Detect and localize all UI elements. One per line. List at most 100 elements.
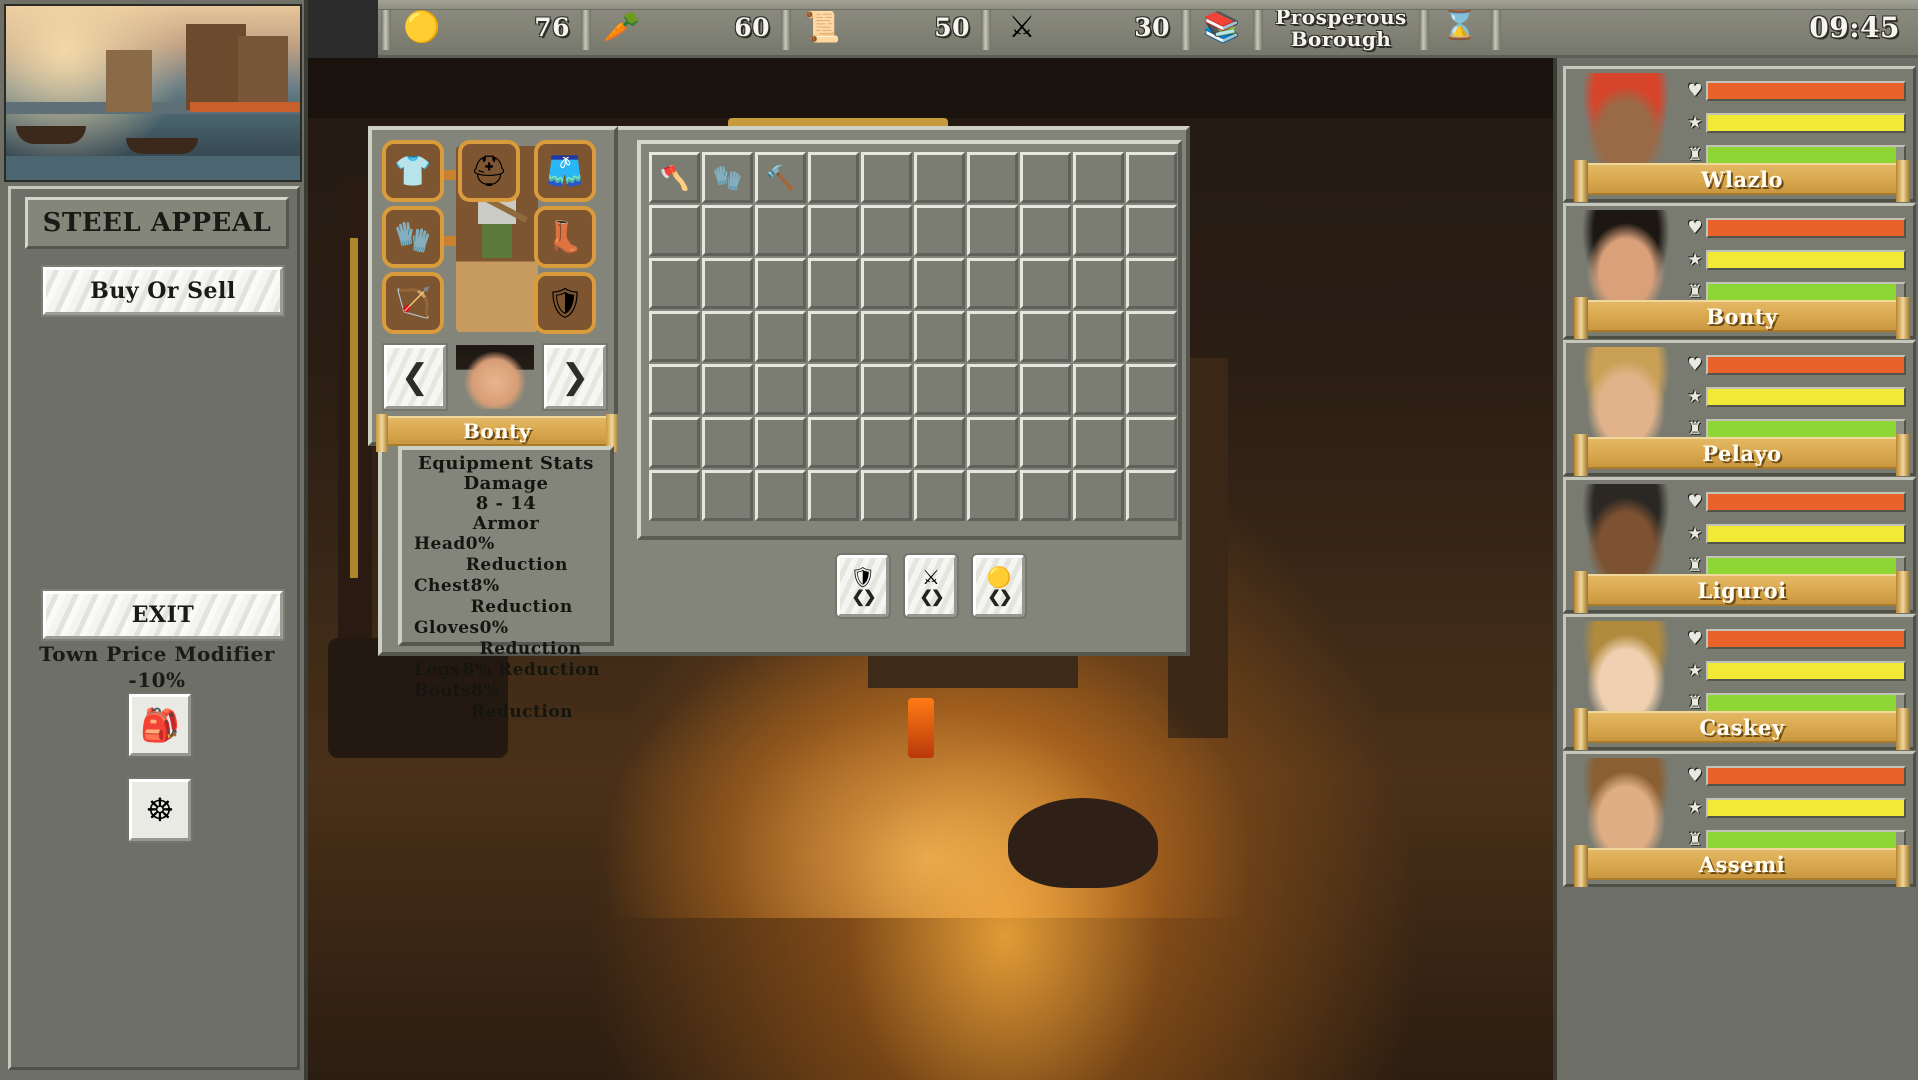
resource-equipment[interactable]: ⚔ 30	[994, 0, 1178, 55]
inventory-slot-empty[interactable]	[649, 417, 700, 468]
inventory-slot-empty[interactable]	[1020, 311, 1071, 362]
next-character-button[interactable]: ❯	[544, 345, 606, 409]
inventory-slot-empty[interactable]	[861, 152, 912, 203]
inventory-slot-empty[interactable]	[1073, 311, 1124, 362]
inventory-slot-empty[interactable]	[1126, 417, 1177, 468]
inventory-slot-empty[interactable]	[1020, 417, 1071, 468]
inventory-slot-empty[interactable]	[649, 470, 700, 521]
sort-value-button[interactable]: 🟡 ❮❯	[973, 555, 1025, 617]
inventory-slot-empty[interactable]	[967, 417, 1018, 468]
inventory-slot-empty[interactable]	[1020, 470, 1071, 521]
inventory-slot-empty[interactable]	[1020, 152, 1071, 203]
inventory-slot-empty[interactable]	[808, 470, 859, 521]
inventory-slot-empty[interactable]	[755, 417, 806, 468]
inventory-slot-empty[interactable]	[649, 364, 700, 415]
inventory-slot-empty[interactable]	[702, 205, 753, 256]
mace-item[interactable]: 🔨	[755, 152, 806, 203]
inventory-slot-empty[interactable]	[861, 364, 912, 415]
inventory-slot-empty[interactable]	[1126, 205, 1177, 256]
prev-character-button[interactable]: ❮	[384, 345, 446, 409]
inventory-slot-empty[interactable]	[1020, 205, 1071, 256]
resource-knowledge[interactable]: 📚	[1194, 0, 1250, 55]
inventory-slot-empty[interactable]	[1073, 364, 1124, 415]
party-member-card[interactable]: ♥★♜Caskey	[1563, 614, 1916, 750]
inventory-slot-empty[interactable]	[702, 258, 753, 309]
inventory-slot-empty[interactable]	[1020, 258, 1071, 309]
party-member-card[interactable]: ♥★♜Liguroi	[1563, 477, 1916, 613]
inventory-slot-empty[interactable]	[649, 311, 700, 362]
head-slot[interactable]: ⛑	[458, 140, 520, 202]
inventory-slot-empty[interactable]	[1126, 311, 1177, 362]
inventory-slot-empty[interactable]	[808, 152, 859, 203]
shield-slot[interactable]: 🛡	[534, 272, 596, 334]
inventory-slot-empty[interactable]	[808, 417, 859, 468]
inventory-slot-empty[interactable]	[808, 258, 859, 309]
inventory-slot-empty[interactable]	[967, 205, 1018, 256]
inventory-slot-empty[interactable]	[967, 364, 1018, 415]
health-bar-fill	[1708, 220, 1904, 236]
inventory-slot-empty[interactable]	[1126, 258, 1177, 309]
chest-slot[interactable]: 👕	[382, 140, 444, 202]
inventory-slot-empty[interactable]	[861, 258, 912, 309]
glove-item[interactable]: 🧤	[702, 152, 753, 203]
party-member-card[interactable]: ♥★♜Wlazlo	[1563, 66, 1916, 202]
inventory-slot-empty[interactable]	[914, 364, 965, 415]
inventory-slot-empty[interactable]	[967, 152, 1018, 203]
inventory-slot-empty[interactable]	[649, 205, 700, 256]
inventory-slot-empty[interactable]	[755, 364, 806, 415]
inventory-slot-empty[interactable]	[702, 417, 753, 468]
weapon-slot[interactable]: 🏹	[382, 272, 444, 334]
party-member-card[interactable]: ♥★♜Assemi	[1563, 751, 1916, 887]
inventory-slot-empty[interactable]	[702, 311, 753, 362]
inventory-slot-empty[interactable]	[861, 205, 912, 256]
inventory-slot-empty[interactable]	[914, 152, 965, 203]
party-member-card[interactable]: ♥★♜Pelayo	[1563, 340, 1916, 476]
inventory-slot-empty[interactable]	[914, 417, 965, 468]
gloves-slot[interactable]: 🧤	[382, 206, 444, 268]
inventory-slot-empty[interactable]	[1073, 205, 1124, 256]
inventory-slot-empty[interactable]	[861, 417, 912, 468]
inventory-slot-empty[interactable]	[914, 205, 965, 256]
inventory-slot-empty[interactable]	[914, 258, 965, 309]
inventory-slot-empty[interactable]	[755, 258, 806, 309]
axe-item[interactable]: 🪓	[649, 152, 700, 203]
resource-gold[interactable]: 🟡 76	[394, 0, 578, 55]
compass-wheel-icon[interactable]: ☸	[129, 779, 191, 841]
inventory-slot-empty[interactable]	[914, 311, 965, 362]
inventory-slot-empty[interactable]	[755, 205, 806, 256]
inventory-slot-empty[interactable]	[755, 311, 806, 362]
inventory-slot-empty[interactable]	[861, 311, 912, 362]
buy-or-sell-button[interactable]: Buy Or Sell	[43, 267, 283, 315]
inventory-slot-empty[interactable]	[1073, 152, 1124, 203]
inventory-slot-empty[interactable]	[967, 470, 1018, 521]
inventory-slot-empty[interactable]	[967, 311, 1018, 362]
inventory-slot-empty[interactable]	[1126, 364, 1177, 415]
inventory-slot-empty[interactable]	[1073, 417, 1124, 468]
inventory-slot-empty[interactable]	[914, 470, 965, 521]
inventory-slot-empty[interactable]	[1126, 152, 1177, 203]
legs-slot[interactable]: 🩳	[534, 140, 596, 202]
backpack-icon[interactable]: 🎒	[129, 694, 191, 756]
boots-slot[interactable]: 👢	[534, 206, 596, 268]
inventory-slot-empty[interactable]	[1073, 470, 1124, 521]
inventory-slot-empty[interactable]	[808, 205, 859, 256]
sort-weapons-button[interactable]: ⚔ ❮❯	[905, 555, 957, 617]
sort-armor-button[interactable]: 🛡 ❮❯	[837, 555, 889, 617]
resource-supplies[interactable]: 📜 50	[794, 0, 978, 55]
exit-button[interactable]: EXIT	[43, 591, 283, 639]
inventory-slot-empty[interactable]	[649, 258, 700, 309]
inventory-slot-empty[interactable]	[808, 364, 859, 415]
inventory-slot-empty[interactable]	[1020, 364, 1071, 415]
inventory-slot-empty[interactable]	[755, 470, 806, 521]
inventory-slot-empty[interactable]	[808, 311, 859, 362]
inventory-slot-empty[interactable]	[1073, 258, 1124, 309]
resource-food[interactable]: 🥕 60	[594, 0, 778, 55]
inventory-slot-empty[interactable]	[702, 364, 753, 415]
inventory-slot-empty[interactable]	[702, 470, 753, 521]
party-member-card[interactable]: ♥★♜Bonty	[1563, 203, 1916, 339]
inventory-slot-empty[interactable]	[861, 470, 912, 521]
inventory-slot-empty[interactable]	[967, 258, 1018, 309]
damage-label: Damage	[410, 474, 602, 494]
topbar-divider	[781, 7, 791, 50]
inventory-slot-empty[interactable]	[1126, 470, 1177, 521]
